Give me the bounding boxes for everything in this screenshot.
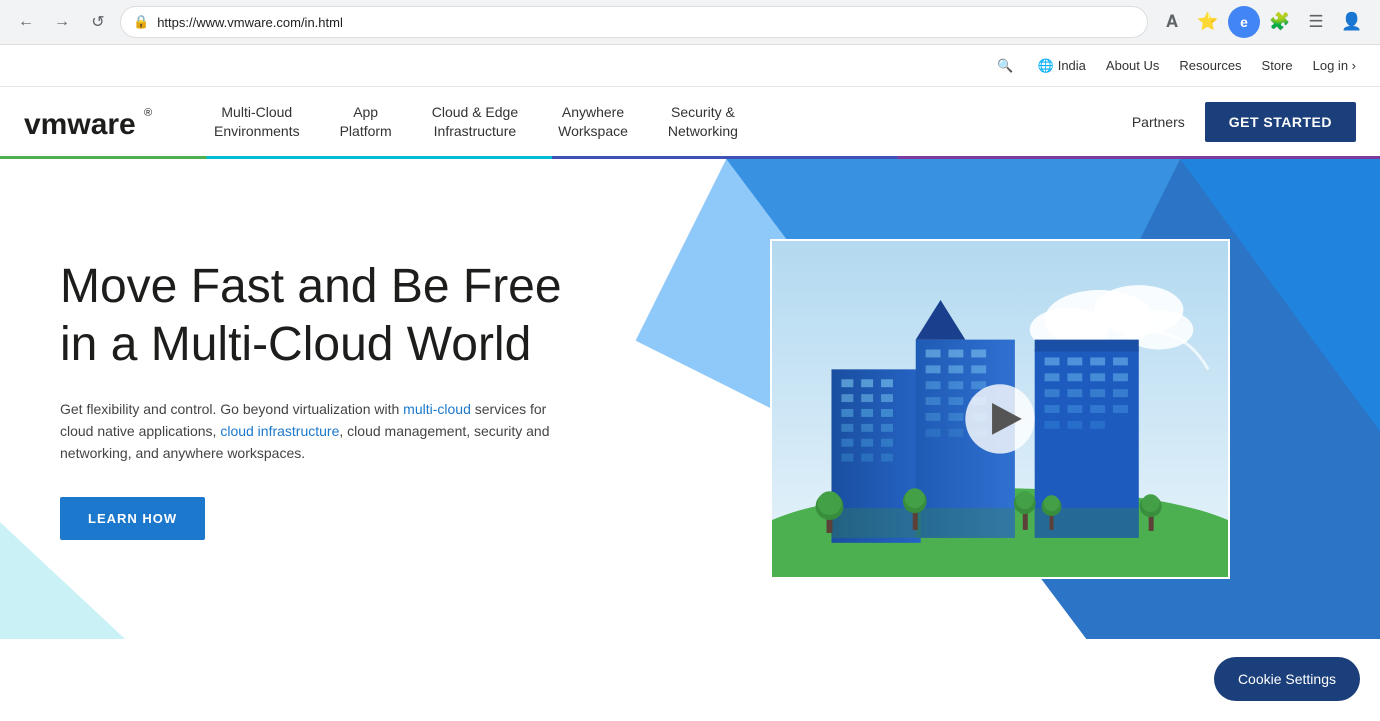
- video-thumbnail[interactable]: [770, 239, 1230, 579]
- nav-item-app-platform-label: AppPlatform: [340, 103, 392, 139]
- about-us-link[interactable]: About Us: [1106, 58, 1159, 73]
- hero-section: Move Fast and Be Free in a Multi-Cloud W…: [0, 159, 1380, 639]
- partners-link[interactable]: Partners: [1132, 114, 1185, 130]
- profile-button[interactable]: 👤: [1336, 6, 1368, 38]
- edge-button[interactable]: e: [1228, 6, 1260, 38]
- learn-how-button[interactable]: LEARN HOW: [60, 497, 205, 540]
- nav-item-cloud-edge[interactable]: Cloud & EdgeInfrastructure: [412, 86, 538, 158]
- login-link[interactable]: Log in: [1313, 58, 1356, 73]
- nav-item-app-platform[interactable]: AppPlatform: [320, 86, 412, 158]
- extensions-button[interactable]: 🧩: [1264, 6, 1296, 38]
- back-button[interactable]: ←: [12, 8, 40, 36]
- browser-right-icons: 𝐀 ⭐ e 🧩 ☰ 👤: [1156, 6, 1368, 38]
- store-link[interactable]: Store: [1262, 58, 1293, 73]
- vmware-logo[interactable]: vmware ®: [24, 102, 164, 142]
- city-illustration-svg: [772, 239, 1228, 579]
- lock-icon: 🔒: [133, 14, 149, 30]
- get-started-button[interactable]: GET STARTED: [1205, 102, 1356, 142]
- vmware-logo-svg: vmware ®: [24, 102, 164, 142]
- nav-item-security-label: Security &Networking: [668, 103, 738, 139]
- cookie-settings-button[interactable]: Cookie Settings: [1214, 657, 1360, 701]
- address-bar[interactable]: 🔒 https://www.vmware.com/in.html: [120, 6, 1148, 38]
- nav-item-anywhere[interactable]: AnywhereWorkspace: [538, 86, 648, 158]
- utility-bar: 🔍 🌐 India About Us Resources Store Log i…: [0, 45, 1380, 87]
- collections-button[interactable]: ☰: [1300, 6, 1332, 38]
- nav-item-security[interactable]: Security &Networking: [648, 86, 758, 158]
- main-navigation: vmware ® Multi-CloudEnvironments AppPlat…: [0, 87, 1380, 159]
- hero-description: Get flexibility and control. Go beyond v…: [60, 398, 580, 465]
- browser-chrome: ← → ↺ 🔒 https://www.vmware.com/in.html 𝐀…: [0, 0, 1380, 45]
- nav-right: Partners GET STARTED: [1132, 102, 1356, 142]
- nav-item-cloud-edge-label: Cloud & EdgeInfrastructure: [432, 103, 518, 139]
- nav-item-multi-cloud-label: Multi-CloudEnvironments: [214, 103, 300, 139]
- svg-text:®: ®: [144, 107, 152, 119]
- nav-items: Multi-CloudEnvironments AppPlatform Clou…: [194, 86, 1132, 158]
- resources-link[interactable]: Resources: [1179, 58, 1241, 73]
- region-label: India: [1058, 58, 1086, 73]
- forward-button[interactable]: →: [48, 8, 76, 36]
- hero-left-content: Move Fast and Be Free in a Multi-Cloud W…: [0, 159, 620, 639]
- region-selector[interactable]: 🌐 India: [1038, 58, 1086, 74]
- favorites-button[interactable]: ⭐: [1192, 6, 1224, 38]
- search-icon[interactable]: 🔍: [993, 54, 1017, 78]
- reader-mode-button[interactable]: 𝐀: [1156, 6, 1188, 38]
- url-text: https://www.vmware.com/in.html: [157, 15, 1135, 30]
- multi-cloud-link[interactable]: multi-cloud: [403, 401, 471, 417]
- hero-title-line2: in a Multi-Cloud World: [60, 318, 531, 371]
- cloud-infrastructure-link[interactable]: cloud infrastructure: [220, 423, 339, 439]
- svg-text:vmware: vmware: [24, 108, 136, 141]
- reload-button[interactable]: ↺: [84, 8, 112, 36]
- globe-icon: 🌐: [1038, 58, 1054, 74]
- hero-title: Move Fast and Be Free in a Multi-Cloud W…: [60, 258, 580, 373]
- hero-title-line1: Move Fast and Be Free: [60, 260, 562, 313]
- nav-item-anywhere-label: AnywhereWorkspace: [558, 103, 628, 139]
- hero-right-content: [620, 159, 1380, 639]
- browser-toolbar: ← → ↺ 🔒 https://www.vmware.com/in.html 𝐀…: [0, 0, 1380, 44]
- nav-item-multi-cloud[interactable]: Multi-CloudEnvironments: [194, 86, 320, 158]
